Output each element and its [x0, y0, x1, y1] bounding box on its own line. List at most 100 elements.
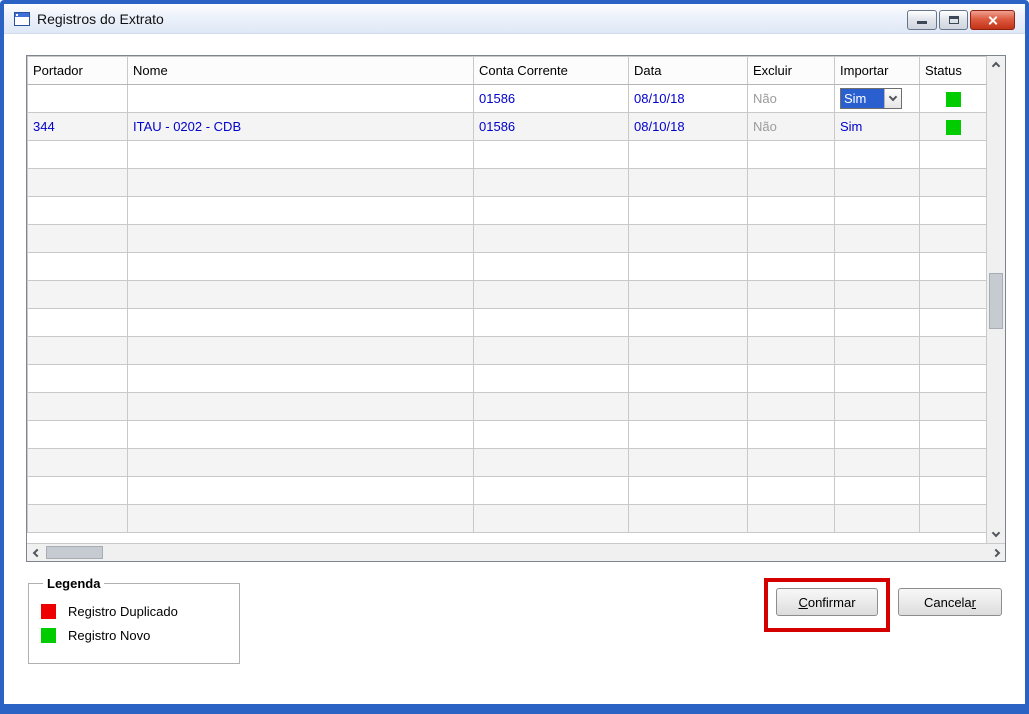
grid-cell[interactable]	[747, 196, 835, 225]
grid-cell[interactable]	[919, 280, 986, 309]
grid-cell[interactable]	[473, 308, 629, 337]
grid-cell[interactable]	[747, 392, 835, 421]
close-button[interactable]	[970, 10, 1015, 30]
vertical-scroll-track[interactable]	[987, 73, 1005, 526]
grid-cell[interactable]	[834, 252, 920, 281]
grid-cell[interactable]	[473, 280, 629, 309]
grid-cell[interactable]	[628, 448, 748, 477]
grid-cell[interactable]	[919, 140, 986, 169]
grid-cell[interactable]	[628, 420, 748, 449]
cell-excluir[interactable]: Não	[747, 112, 835, 141]
grid-cell[interactable]	[834, 336, 920, 365]
cell-importar[interactable]: Sim	[834, 112, 920, 141]
grid-cell[interactable]	[628, 336, 748, 365]
grid-cell[interactable]	[919, 308, 986, 337]
grid-cell[interactable]	[27, 504, 128, 533]
grid-cell[interactable]	[27, 168, 128, 197]
cell-nome[interactable]: ITAU - 0202 - CDB	[127, 112, 474, 141]
grid-cell[interactable]	[834, 392, 920, 421]
grid-cell[interactable]	[127, 280, 474, 309]
grid-cell[interactable]	[747, 140, 835, 169]
grid-cell[interactable]	[919, 420, 986, 449]
grid-cell[interactable]	[628, 140, 748, 169]
grid-cell[interactable]	[628, 476, 748, 505]
grid-cell[interactable]	[919, 476, 986, 505]
grid-cell[interactable]	[473, 476, 629, 505]
grid-cell[interactable]	[919, 336, 986, 365]
grid-cell[interactable]	[127, 168, 474, 197]
scroll-left-button[interactable]	[27, 544, 44, 561]
grid-cell[interactable]	[747, 420, 835, 449]
combobox-dropdown-button[interactable]	[884, 89, 901, 108]
grid-cell[interactable]	[127, 196, 474, 225]
grid-cell[interactable]	[919, 224, 986, 253]
grid-cell[interactable]	[628, 504, 748, 533]
column-header-importar[interactable]: Importar	[834, 56, 920, 85]
grid-cell[interactable]	[919, 168, 986, 197]
grid-cell[interactable]	[747, 448, 835, 477]
grid-cell[interactable]	[747, 280, 835, 309]
grid-cell[interactable]	[473, 168, 629, 197]
grid-cell[interactable]	[834, 196, 920, 225]
grid-cell[interactable]	[834, 224, 920, 253]
cell-portador[interactable]	[27, 84, 128, 113]
column-header-portador[interactable]: Portador	[27, 56, 128, 85]
grid-cell[interactable]	[628, 280, 748, 309]
horizontal-scrollbar[interactable]	[27, 543, 1005, 561]
grid-cell[interactable]	[127, 476, 474, 505]
cell-status[interactable]	[919, 112, 986, 141]
grid-cell[interactable]	[127, 336, 474, 365]
column-header-excluir[interactable]: Excluir	[747, 56, 835, 85]
cancel-button[interactable]: Cancelar	[898, 588, 1002, 616]
minimize-button[interactable]	[907, 10, 937, 30]
grid-cell[interactable]	[919, 448, 986, 477]
grid-cell[interactable]	[473, 140, 629, 169]
grid-cell[interactable]	[473, 504, 629, 533]
grid-cell[interactable]	[747, 336, 835, 365]
grid-cell[interactable]	[27, 196, 128, 225]
grid-cell[interactable]	[628, 252, 748, 281]
grid-cell[interactable]	[473, 224, 629, 253]
grid-cell[interactable]	[747, 504, 835, 533]
grid-cell[interactable]	[834, 308, 920, 337]
grid-cell[interactable]	[473, 364, 629, 393]
grid-cell[interactable]	[127, 140, 474, 169]
grid-cell[interactable]	[127, 420, 474, 449]
grid-cell[interactable]	[919, 392, 986, 421]
cell-nome[interactable]	[127, 84, 474, 113]
grid-cell[interactable]	[747, 308, 835, 337]
grid-cell[interactable]	[747, 252, 835, 281]
column-header-nome[interactable]: Nome	[127, 56, 474, 85]
grid-cell[interactable]	[473, 252, 629, 281]
grid-cell[interactable]	[27, 280, 128, 309]
grid-cell[interactable]	[473, 196, 629, 225]
grid-row[interactable]: 01586 08/10/18 Não Sim	[27, 84, 986, 113]
grid-cell[interactable]	[27, 308, 128, 337]
grid-cell[interactable]	[127, 392, 474, 421]
grid-cell[interactable]	[747, 224, 835, 253]
grid-cell[interactable]	[27, 364, 128, 393]
grid-cell[interactable]	[919, 252, 986, 281]
grid-cell[interactable]	[747, 476, 835, 505]
grid-cell[interactable]	[919, 504, 986, 533]
grid-cell[interactable]	[834, 364, 920, 393]
column-header-data[interactable]: Data	[628, 56, 748, 85]
column-header-conta-corrente[interactable]: Conta Corrente	[473, 56, 629, 85]
grid-cell[interactable]	[834, 280, 920, 309]
grid-cell[interactable]	[628, 308, 748, 337]
maximize-button[interactable]	[939, 10, 968, 30]
grid-cell[interactable]	[473, 392, 629, 421]
grid-cell[interactable]	[628, 224, 748, 253]
grid-cell[interactable]	[919, 364, 986, 393]
grid-cell[interactable]	[27, 476, 128, 505]
column-header-status[interactable]: Status	[919, 56, 986, 85]
confirm-button[interactable]: Confirmar	[776, 588, 878, 616]
cell-data[interactable]: 08/10/18	[628, 112, 748, 141]
grid-cell[interactable]	[27, 140, 128, 169]
scroll-up-button[interactable]	[987, 56, 1005, 73]
cell-portador[interactable]: 344	[27, 112, 128, 141]
scroll-down-button[interactable]	[987, 526, 1005, 543]
grid-cell[interactable]	[127, 448, 474, 477]
grid-cell[interactable]	[834, 504, 920, 533]
vertical-scroll-thumb[interactable]	[989, 273, 1003, 329]
